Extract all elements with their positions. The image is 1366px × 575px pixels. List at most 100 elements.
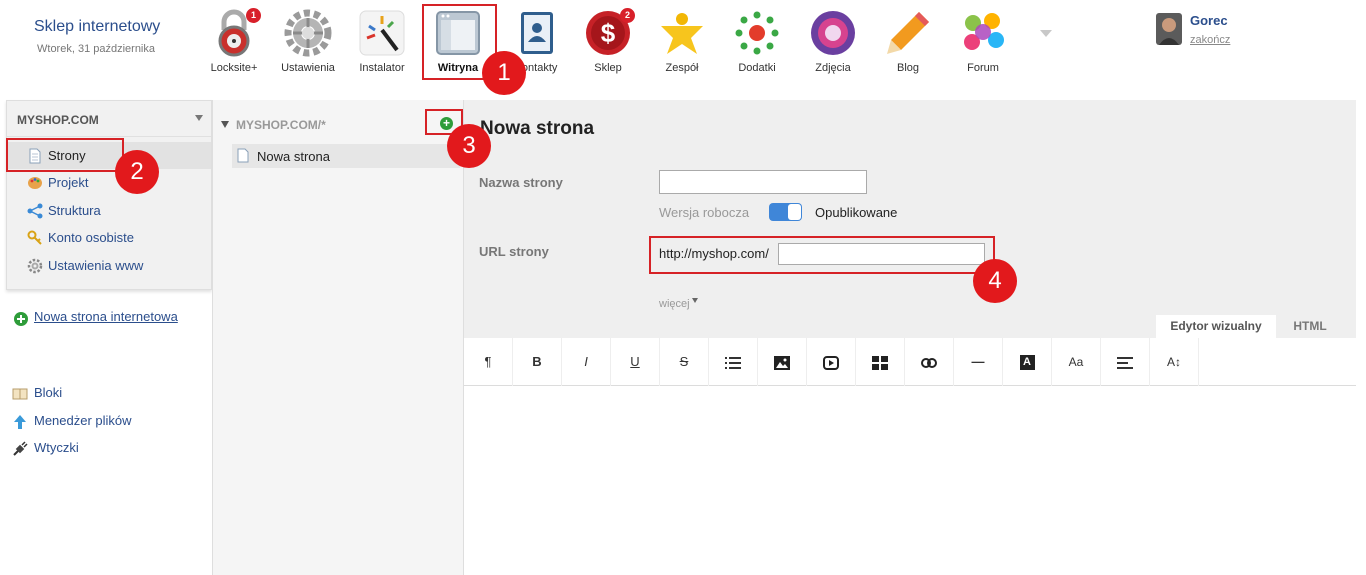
locksite-badge: 1 [246,8,261,23]
caret-down-icon[interactable] [195,115,203,121]
sidebar-item-account[interactable]: Konto osobiste [7,224,211,251]
main-panel: Nowa strona Nazwa strony Wersja robocza … [464,100,1356,575]
user-name[interactable]: Gorec [1190,13,1228,28]
app-settings[interactable]: Ustawienia [271,8,345,74]
tree-root[interactable]: MYSHOP.COM/* [236,118,326,132]
shop-dollar-icon: $ 2 [583,8,635,58]
underline-button[interactable]: U [611,338,660,386]
underline-icon: U [630,354,640,369]
video-button[interactable] [807,338,856,386]
more-options-link[interactable]: więcej [659,298,690,310]
contacts-book-icon [511,8,561,58]
svg-text:$: $ [601,18,616,48]
logout-link[interactable]: zakończ [1190,34,1230,46]
domain-select[interactable]: MYSHOP.COM [17,113,99,127]
sidebar-link-label: Wtyczki [34,440,79,455]
align-button[interactable] [1101,338,1150,386]
sidebar-item-www-settings[interactable]: Ustawienia www [7,252,211,279]
app-label: Ustawienia [281,62,335,74]
app-installer[interactable]: Instalator [345,8,419,74]
table-button[interactable] [856,338,905,386]
app-shop[interactable]: $ 2 Sklep [571,8,645,74]
collapse-caret-icon[interactable] [221,121,229,128]
draft-label: Wersja robocza [659,205,750,220]
app-team[interactable]: Zespół [645,8,719,74]
publish-toggle[interactable] [769,203,802,221]
forum-colorful-icon [958,8,1008,58]
font-size-icon: Aa [1068,355,1084,369]
gear-icon [283,8,333,58]
link-icon [921,357,937,368]
italic-icon: I [584,354,588,369]
text-color-button[interactable]: A [1003,338,1052,386]
app-locksite[interactable]: 1 Locksite+ [197,8,271,74]
line-height-icon: A↕ [1166,355,1181,369]
avatar[interactable] [1156,13,1182,45]
list-button[interactable] [709,338,758,386]
bold-icon: B [532,354,542,369]
app-photos[interactable]: Zdjęcia [796,8,870,74]
image-button[interactable] [758,338,807,386]
toggle-knob [788,204,801,220]
app-label: Sklep [594,62,622,74]
paragraph-icon: ¶ [484,354,492,369]
step-marker-1: 1 [482,51,526,95]
app-label: Zdjęcia [815,62,851,74]
site-title[interactable]: Sklep internetowy [34,18,160,36]
sidebar-item-project[interactable]: Projekt [7,169,211,196]
editor-content-area[interactable] [464,387,1356,575]
italic-button[interactable]: I [562,338,611,386]
new-website-link[interactable]: Nowa strona internetowa [34,310,184,324]
published-label: Opublikowane [815,205,898,220]
font-size-button[interactable]: Aa [1052,338,1101,386]
app-label: Forum [967,62,999,74]
gear-icon [27,258,43,274]
sidebar-panel: MYSHOP.COM Strony Projekt Struktura Kont… [6,100,212,290]
sidebar-item-label: Konto osobiste [48,230,135,245]
bold-button[interactable]: B [513,338,562,386]
pencil-icon [883,8,933,58]
page-tree: MYSHOP.COM/* + Nowa strona [212,100,464,575]
page-name-label: Nazwa strony [479,175,563,190]
app-label: Blog [896,62,920,74]
key-icon [27,230,43,246]
sidebar-item-label: Projekt [48,175,89,190]
image-icon [774,355,790,370]
lock-icon: 1 [209,8,261,58]
horizontal-rule-icon: — [971,354,985,369]
addons-dots-icon [732,8,782,58]
page-form: Nowa strona Nazwa strony Wersja robocza … [464,100,1356,338]
team-star-icon [657,8,707,58]
tab-html[interactable]: HTML [1280,315,1340,338]
link-button[interactable] [905,338,954,386]
app-label: Instalator [359,62,405,74]
line-height-button[interactable]: A↕ [1150,338,1199,386]
app-blog[interactable]: Blog [871,8,945,74]
app-label: Dodatki [738,62,776,74]
page-title: Nowa strona [480,118,595,139]
align-left-icon [1117,356,1133,369]
strikethrough-icon: S [679,354,689,369]
step-marker-3: 3 [447,124,491,168]
sidebar-item-structure[interactable]: Struktura [7,197,211,224]
sidebar-link-label: Menedżer plików [34,413,132,428]
step-marker-2: 2 [115,150,159,194]
sitemap-icon [27,203,43,219]
sidebar-item-label: Ustawienia www [48,258,144,273]
tree-item[interactable]: Nowa strona [232,144,460,168]
magic-wand-icon [357,8,407,58]
top-header: Sklep internetowy Wtorek, 31 październik… [0,0,1366,96]
more-apps-chevron-down-icon[interactable] [1040,30,1052,37]
app-forum[interactable]: Forum [946,8,1020,74]
app-addons[interactable]: Dodatki [720,8,794,74]
more-caret-icon[interactable] [692,298,698,303]
horizontal-rule-button[interactable]: — [954,338,1003,386]
site-date: Wtorek, 31 października [37,43,155,55]
tab-visual-editor[interactable]: Edytor wizualny [1156,315,1276,338]
strikethrough-button[interactable]: S [660,338,709,386]
text-color-icon: A [1019,355,1035,371]
page-name-input[interactable] [659,170,867,194]
palette-icon [27,175,43,191]
paragraph-button[interactable]: ¶ [464,338,513,386]
editor-toolbar: ¶ B I U S — A Aa A↕ [464,338,1356,386]
